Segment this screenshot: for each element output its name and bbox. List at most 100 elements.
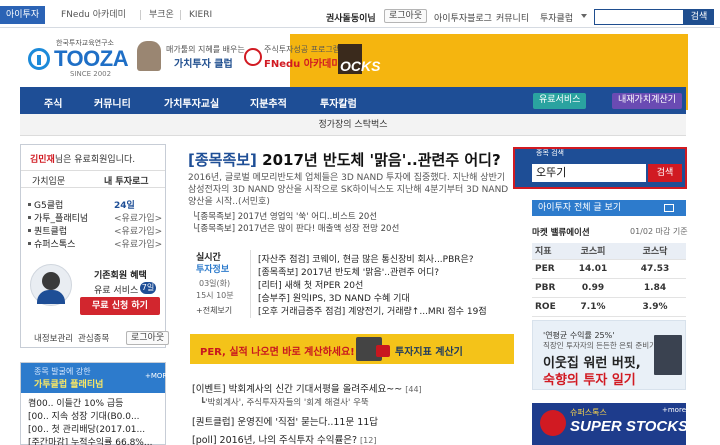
realtime-label2: 투자정보 xyxy=(196,265,230,275)
community-link[interactable]: 커뮤니티 xyxy=(496,11,529,24)
sub-nav-label[interactable]: 정가장의 스탁벅스 xyxy=(318,120,387,130)
kosdaq-value: 1.84 xyxy=(624,278,686,298)
promo1-big[interactable]: 가치투자 클럽 xyxy=(174,55,233,70)
board-item-text[interactable]: [poll] 2016년, 나의 주식투자 수익률은? xyxy=(192,435,357,445)
left-logout-button[interactable]: 로그아웃 xyxy=(126,331,170,345)
book-cover-image[interactable] xyxy=(654,335,682,375)
benefit-days-badge: 7일 xyxy=(140,282,156,294)
top-search-input[interactable] xyxy=(594,9,684,25)
club-row-label[interactable]: G5클럽 xyxy=(34,198,63,211)
related-article[interactable]: └[종목족보] 2017년은 많이 판다! 매출액 성장 전망 20선 xyxy=(192,222,399,234)
club-row-value[interactable]: <유료가입> xyxy=(114,237,162,250)
sub-nav[interactable]: 정가장의 스탁벅스 xyxy=(20,114,686,136)
nav-column[interactable]: 투자칼럼 xyxy=(320,95,357,110)
benefit-title: 기존회원 혜택 xyxy=(94,271,147,281)
club-row-value[interactable]: <유료가입> xyxy=(114,224,162,237)
header-cell: 코스닥 xyxy=(624,243,686,260)
calculator-banner-text[interactable]: PER, 실적 나오면 바로 계산하세요! xyxy=(200,343,355,358)
nav-stocks[interactable]: 주식 xyxy=(44,95,62,110)
promo2-big[interactable]: FNedu 아카데미 xyxy=(264,55,341,70)
logo-since: SINCE 2002 xyxy=(70,70,112,78)
headline[interactable]: [종목족보] 2017년 반도체 '맑음'..관련주 어디? xyxy=(188,149,501,170)
board-item[interactable]: [이벤트] 박회계사의 신간 기대서평을 올려주세요~~ [44] xyxy=(192,381,422,395)
promo-check-icon xyxy=(244,48,262,66)
member-greeting: 김민재님은 유료회원입니다. xyxy=(30,152,135,165)
realtime-item[interactable]: [리터] 새해 첫 저PER 20선 xyxy=(258,278,363,291)
board-sub-item[interactable]: ┗'박회계사', 주식투자자들의 '회계 해결사' 우뚝 xyxy=(200,396,369,408)
member-status: 님은 유료회원입니다. xyxy=(54,155,136,165)
realtime-item[interactable]: [자산주 점검] 코웨이, 현금 많은 통신장비 회사...PBR은? xyxy=(258,252,474,265)
headline-tag[interactable]: [종목족보] xyxy=(188,151,257,169)
nav-value-class[interactable]: 가치투자교실 xyxy=(164,95,219,110)
paid-service-button[interactable]: 유료서비스 xyxy=(533,93,587,109)
market-title: 마켓 밸류에이션 xyxy=(532,228,590,238)
all-posts-button[interactable]: 아이투자 전체 글 보기 xyxy=(532,200,686,216)
platinum-news-item[interactable]: [00.. 첫 관리배당(2017.01... xyxy=(28,422,145,435)
platinum-more-link[interactable]: +MORE xyxy=(145,372,172,380)
platinum-news-item[interactable]: [00.. 지속 성장 기대(B0.0... xyxy=(28,409,140,422)
related-article[interactable]: └[종목족보] 2017년 영업익 '쑥' 어디..비스트 20선 xyxy=(192,210,377,222)
superstocks-title[interactable]: SUPER STOCKS xyxy=(570,418,688,435)
club-link[interactable]: 투자클럽 xyxy=(540,11,573,24)
row-key: PER xyxy=(532,259,562,279)
interest-link[interactable]: 관심종목 xyxy=(78,332,109,344)
club-row-label[interactable]: 슈퍼스톡스 xyxy=(34,237,75,250)
stock-search-input[interactable]: 오뚜기 xyxy=(532,164,646,182)
realtime-more-link[interactable]: +전체보기 xyxy=(196,305,232,316)
club-row-value: 24일 xyxy=(114,201,135,211)
club-row-value[interactable]: <유료가입> xyxy=(114,211,162,224)
value-calculator-button[interactable]: 내재가치계산기 xyxy=(612,93,682,109)
tab-fnedu[interactable]: FNedu 아카데미 xyxy=(58,6,129,24)
board-item[interactable]: [poll] 2016년, 나의 주식투자 수익률은? [12] xyxy=(192,432,376,445)
list-icon xyxy=(664,204,674,212)
chevron-down-icon[interactable] xyxy=(581,14,587,18)
tab-itooza[interactable]: 아이투자 xyxy=(0,6,46,24)
board-item-text[interactable]: [이벤트] 박회계사의 신간 기대서평을 올려주세요~~ xyxy=(192,384,402,395)
bullet-icon xyxy=(28,242,31,245)
row-key: ROE xyxy=(532,297,562,317)
top-search-button[interactable]: 검색 xyxy=(684,9,714,25)
logo-wordmark[interactable]: TOOZA xyxy=(54,46,129,72)
kosdaq-value: 47.53 xyxy=(624,259,686,279)
realtime-date: 03일(화) xyxy=(199,279,231,288)
platinum-news-item[interactable]: 켬00.. 이들간 10% 급등 xyxy=(28,396,123,409)
stock-search-button[interactable]: 검색 xyxy=(648,164,682,182)
club-row-label[interactable]: 가투_플래티넘 xyxy=(34,211,88,224)
platinum-news-item[interactable]: [주간마감] 누적수익률 66.8%... xyxy=(28,435,152,445)
headline-text[interactable]: 2017년 반도체 '맑음'..관련주 어디? xyxy=(257,151,501,169)
tab-kieri[interactable]: KIERI xyxy=(186,6,215,24)
board-item[interactable]: [퀀트클럽] 운영진에 '직접' 묻는다..11문 11답 xyxy=(192,414,378,428)
banner-text: OCKS xyxy=(340,58,381,74)
tab-bookon[interactable]: 부크온 xyxy=(146,6,177,24)
table-header: 지표 코스피 코스닥 xyxy=(532,243,686,260)
benefit-sub: 유료 서비스 xyxy=(94,286,139,296)
stock-search-label: 종목 검색 xyxy=(536,149,564,157)
avatar-head xyxy=(42,272,60,290)
superstocks-more-link[interactable]: +more xyxy=(662,406,686,414)
calculator-banner-title[interactable]: 투자지표 계산기 xyxy=(395,343,463,358)
nav-community[interactable]: 커뮤니티 xyxy=(94,95,131,110)
blog-link[interactable]: 아이투자블로그 xyxy=(434,11,492,24)
club-row-label[interactable]: 퀀트클럽 xyxy=(34,224,67,237)
kosdaq-value: 3.9% xyxy=(624,297,686,317)
platinum-title[interactable]: 가투클럽 플래티넘 xyxy=(34,377,103,390)
board-item-text[interactable]: [퀀트클럽] 운영진에 '직접' 묻는다..11문 11답 xyxy=(192,417,378,428)
promo2-small-text[interactable]: 주식투자성공 프로그램 xyxy=(264,44,340,55)
realtime-item[interactable]: [승부주] 원익IPS, 3D NAND 수혜 기대 xyxy=(258,291,410,304)
promo1-small[interactable]: 매가툴의 지혜를 배우는 xyxy=(166,44,245,55)
realtime-item[interactable]: [종목족보] 2017년 반도체 '맑음'..관련주 어디? xyxy=(258,265,439,278)
realtime-item[interactable]: [오후 거래급증주 점검] 계양전기, 거래량↑...MRI 점수 19점 xyxy=(258,304,487,317)
kospi-value: 0.99 xyxy=(562,278,624,298)
superstocks-label[interactable]: 슈퍼스톡스 xyxy=(570,407,607,418)
paid-service-label: 유료서비스 xyxy=(539,95,581,105)
my-info-link[interactable]: 내정보관리 xyxy=(34,332,73,344)
logout-button[interactable]: 로그아웃 xyxy=(384,9,428,23)
free-trial-button[interactable]: 무료 신청 하기 xyxy=(80,297,160,315)
avatar-body xyxy=(37,290,65,304)
tab-my-log[interactable]: 내 투자로그 xyxy=(104,174,149,187)
nav-ownership[interactable]: 지분추적 xyxy=(250,95,287,110)
tab-value-intro[interactable]: 가치입문 xyxy=(32,174,65,187)
row-key: PBR xyxy=(532,278,562,298)
book-ad-title2[interactable]: 숙향의 투자 일기 xyxy=(543,369,636,388)
book-ad-sub[interactable]: 직장인 투자자의 든든한 은퇴 준비기 xyxy=(543,340,656,351)
